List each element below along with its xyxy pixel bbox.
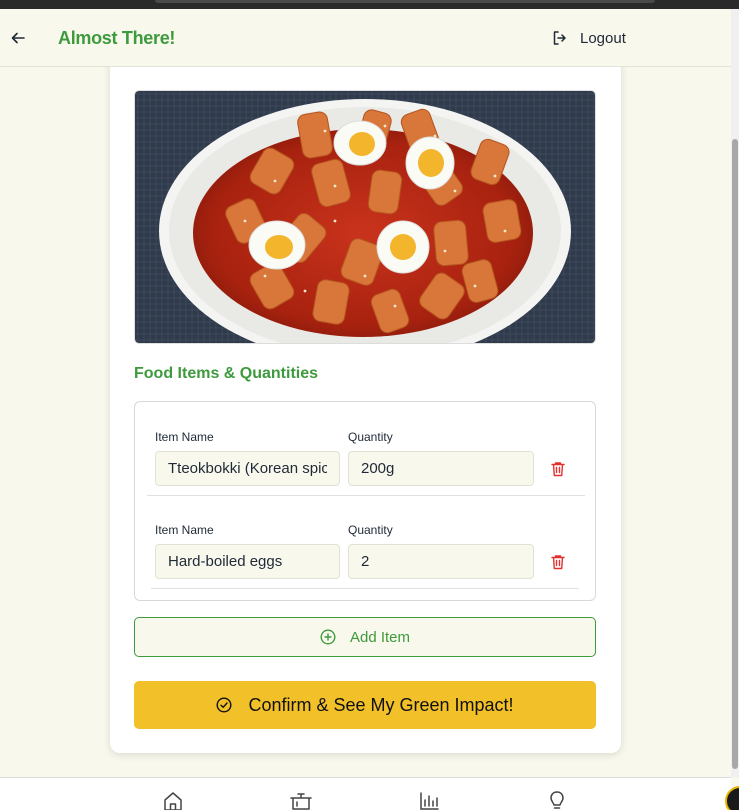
nav-stats[interactable] bbox=[417, 790, 441, 810]
page-scrollbar[interactable] bbox=[731, 9, 739, 777]
add-item-button[interactable]: Add Item bbox=[134, 617, 596, 657]
home-icon bbox=[164, 792, 182, 810]
delete-item-button[interactable] bbox=[550, 553, 566, 571]
quantity-input[interactable] bbox=[348, 544, 534, 579]
add-item-label: Add Item bbox=[349, 628, 411, 646]
food-photo bbox=[134, 90, 596, 344]
back-button[interactable] bbox=[8, 28, 28, 48]
logout-button[interactable]: Logout bbox=[552, 27, 626, 49]
logout-icon bbox=[553, 31, 566, 45]
food-item-row: Item Name Quantity bbox=[151, 495, 585, 589]
page-content[interactable]: Food Items & Quantities Item Name Quanti… bbox=[0, 9, 731, 777]
item-name-input[interactable] bbox=[155, 451, 340, 486]
item-name-label: Item Name bbox=[155, 430, 214, 444]
quantity-label: Quantity bbox=[348, 523, 393, 537]
confirm-label: Confirm & See My Green Impact! bbox=[248, 694, 514, 715]
logout-label: Logout bbox=[580, 29, 626, 47]
browser-chrome bbox=[0, 0, 739, 9]
nav-tips[interactable] bbox=[545, 790, 569, 810]
plus-circle-icon bbox=[320, 629, 336, 645]
arrow-left-icon bbox=[11, 32, 25, 44]
bar-chart-icon bbox=[420, 792, 439, 810]
food-photo-illustration bbox=[135, 91, 595, 343]
food-items-heading: Food Items & Quantities bbox=[134, 365, 319, 382]
confirm-button[interactable]: Confirm & See My Green Impact! bbox=[134, 681, 596, 729]
check-circle-icon bbox=[216, 697, 232, 713]
lightbulb-icon bbox=[550, 791, 564, 809]
address-bar-edge bbox=[155, 0, 655, 3]
scrollbar-thumb[interactable] bbox=[732, 139, 738, 769]
item-name-label: Item Name bbox=[155, 523, 214, 537]
bottom-navigation bbox=[0, 777, 731, 810]
food-item-row: Item Name Quantity bbox=[147, 402, 585, 496]
trash-icon bbox=[551, 462, 565, 477]
delete-item-button[interactable] bbox=[550, 460, 566, 478]
pot-icon bbox=[290, 793, 312, 810]
quantity-label: Quantity bbox=[348, 430, 393, 444]
top-header: Almost There! Logout bbox=[0, 9, 731, 67]
trash-icon bbox=[551, 555, 565, 570]
confirmation-card: Food Items & Quantities Item Name Quanti… bbox=[110, 49, 621, 753]
page-title: Almost There! bbox=[58, 28, 176, 48]
nav-meals[interactable] bbox=[289, 790, 313, 810]
food-items-list: Item Name Quantity Item Name Quantity bbox=[134, 401, 596, 601]
row-divider bbox=[151, 588, 579, 589]
quantity-input[interactable] bbox=[348, 451, 534, 486]
nav-home[interactable] bbox=[161, 790, 185, 810]
item-name-input[interactable] bbox=[155, 544, 340, 579]
